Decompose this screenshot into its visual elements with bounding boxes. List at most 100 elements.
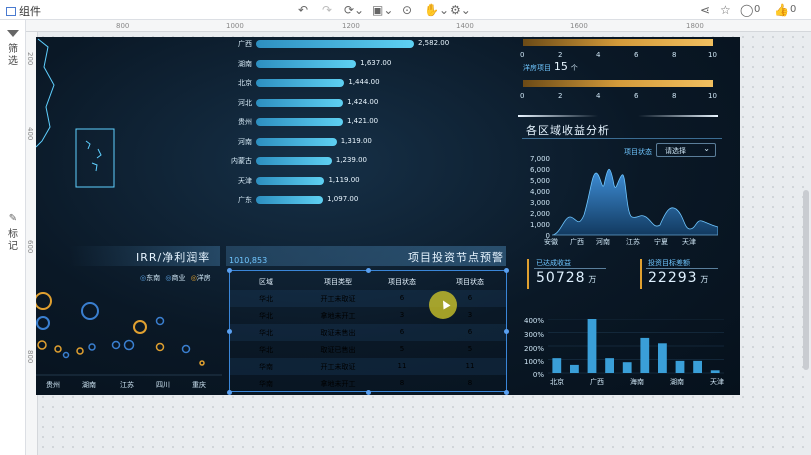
- vertical-scrollbar[interactable]: [803, 190, 809, 370]
- hand-tool-icon[interactable]: ✋⌄: [424, 2, 449, 18]
- resize-handle[interactable]: [504, 390, 509, 395]
- table-cell: 11: [465, 362, 475, 370]
- filter-icon[interactable]: [7, 30, 19, 37]
- province-label: 广西: [238, 40, 252, 48]
- x-tick: 河南: [596, 238, 610, 246]
- gauge-bar-bottom: [523, 80, 713, 87]
- resize-handle[interactable]: [227, 390, 232, 395]
- redo-icon[interactable]: ↷: [322, 2, 332, 18]
- province-bar-row: 天津 1,119.00: [222, 175, 462, 187]
- province-bar: [256, 79, 345, 87]
- x-tick: 江苏: [626, 238, 640, 246]
- legend-label: 商业: [171, 274, 186, 282]
- comment-icon[interactable]: ◯: [740, 2, 753, 18]
- tick-label: 0: [520, 92, 525, 100]
- x-tick: 江苏: [120, 381, 134, 389]
- resize-handle[interactable]: [504, 268, 509, 273]
- x-tick: 宁夏: [654, 238, 668, 246]
- table-title: 项目投资节点预警: [408, 251, 504, 264]
- province-value: 1,319.00: [340, 136, 372, 145]
- y-tick: 400%: [523, 317, 544, 325]
- filter-tab[interactable]: 筛 选: [6, 44, 20, 68]
- table-header-row: 区域 项目类型 项目状态 项目状态: [230, 273, 506, 290]
- project-count: 洋房项目 15 个: [523, 60, 578, 73]
- pin-icon[interactable]: ✎: [6, 213, 20, 225]
- province-bar-row: 河南 1,319.00: [222, 136, 462, 148]
- table-cell: 华南: [259, 380, 273, 388]
- column-header[interactable]: 项目状态: [378, 277, 426, 287]
- project-value: 15: [553, 60, 568, 73]
- ruler-label: 200: [26, 52, 34, 66]
- warning-table[interactable]: 区域 项目类型 项目状态 项目状态 华北 开工未取证 6 6 华北 拿地未开工 …: [229, 270, 507, 392]
- table-cell: 5: [467, 345, 473, 353]
- percent-bar: [640, 337, 650, 373]
- x-tick: 湖南: [82, 381, 96, 389]
- resize-handle[interactable]: [227, 329, 232, 334]
- like-icon[interactable]: 👍: [774, 2, 789, 18]
- table-row[interactable]: 华北 取证未售出 6 6: [230, 324, 506, 341]
- table-id-text: 1010,853: [229, 256, 268, 265]
- ruler-label: 1400: [456, 22, 474, 30]
- tick-label: 8: [672, 92, 677, 100]
- percent-bar-chart: [548, 319, 724, 374]
- project-unit: 个: [570, 64, 578, 72]
- china-map-fragment: [36, 38, 115, 188]
- achieved-unit: 万: [588, 275, 597, 284]
- x-tick: 北京: [550, 378, 564, 386]
- resize-handle[interactable]: [227, 268, 232, 273]
- percent-bar: [693, 360, 702, 373]
- table-row[interactable]: 华南 开工未取证 11 11: [230, 358, 506, 375]
- table-cell: 取证未售出: [320, 329, 356, 337]
- province-value: 1,444.00: [348, 78, 380, 86]
- percent-yaxis: 400% 300% 200% 100% 0%: [522, 299, 544, 379]
- tick-label: 0: [520, 51, 525, 59]
- revenue-title: 各区域收益分析: [526, 124, 610, 137]
- province-bar: [256, 59, 357, 68]
- percent-bar: [710, 370, 720, 373]
- mark-tab[interactable]: 标 记: [6, 229, 20, 253]
- resize-handle[interactable]: [504, 329, 509, 334]
- resize-handle[interactable]: [366, 390, 371, 395]
- table-cell: 8: [467, 379, 473, 387]
- tick-label: 4: [596, 92, 601, 100]
- tick-label: 2: [558, 92, 563, 100]
- star-icon[interactable]: ☆: [720, 2, 731, 18]
- province-bar-row: 广西 2,582.00: [222, 38, 462, 50]
- resize-handle[interactable]: [366, 268, 371, 273]
- province-value: 1,637.00: [360, 58, 392, 67]
- table-row[interactable]: 华北 拿地未开工 3 3: [230, 307, 506, 324]
- share-icon[interactable]: ⋖: [700, 2, 710, 18]
- preview-icon[interactable]: ⊙: [402, 2, 412, 18]
- ruler-label: 800: [26, 350, 34, 364]
- tick-label: 6: [634, 92, 639, 100]
- x-tick: 四川: [156, 381, 170, 389]
- ruler-label: 1200: [342, 22, 360, 30]
- province-label: 广东: [238, 196, 252, 204]
- province-value: 1,239.00: [335, 156, 367, 164]
- province-value: 2,582.00: [418, 39, 450, 47]
- column-header[interactable]: 区域: [244, 277, 288, 287]
- province-bar: [256, 118, 343, 126]
- province-value: 1,424.00: [347, 97, 379, 106]
- province-label: 北京: [238, 79, 252, 87]
- table-row[interactable]: 华北 取证已售出 5 5: [230, 341, 506, 358]
- save-icon[interactable]: ▣⌄: [372, 2, 393, 18]
- x-tick: 贵州: [46, 381, 60, 389]
- ruler-top: 800 1000 1200 1400 1600 1800: [26, 20, 811, 32]
- column-header[interactable]: 项目状态: [446, 277, 494, 287]
- table-row[interactable]: 华北 开工未取证 6 6: [230, 290, 506, 307]
- undo-icon[interactable]: ↶: [298, 2, 308, 18]
- column-header[interactable]: 项目类型: [306, 277, 370, 287]
- x-tick: 重庆: [192, 381, 206, 389]
- settings-icon[interactable]: ⚙⌄: [450, 2, 471, 18]
- percent-bar: [658, 343, 667, 373]
- table-cell: 6: [467, 328, 473, 336]
- refresh-icon[interactable]: ⟳⌄: [344, 2, 364, 18]
- x-tick: 广西: [570, 238, 584, 246]
- province-bar: [256, 176, 325, 185]
- legend-label: 洋房: [196, 274, 211, 282]
- x-tick: 广西: [590, 378, 604, 386]
- y-tick: 7,000: [529, 155, 550, 163]
- title-underline: [522, 138, 722, 139]
- section-divider: [518, 115, 718, 117]
